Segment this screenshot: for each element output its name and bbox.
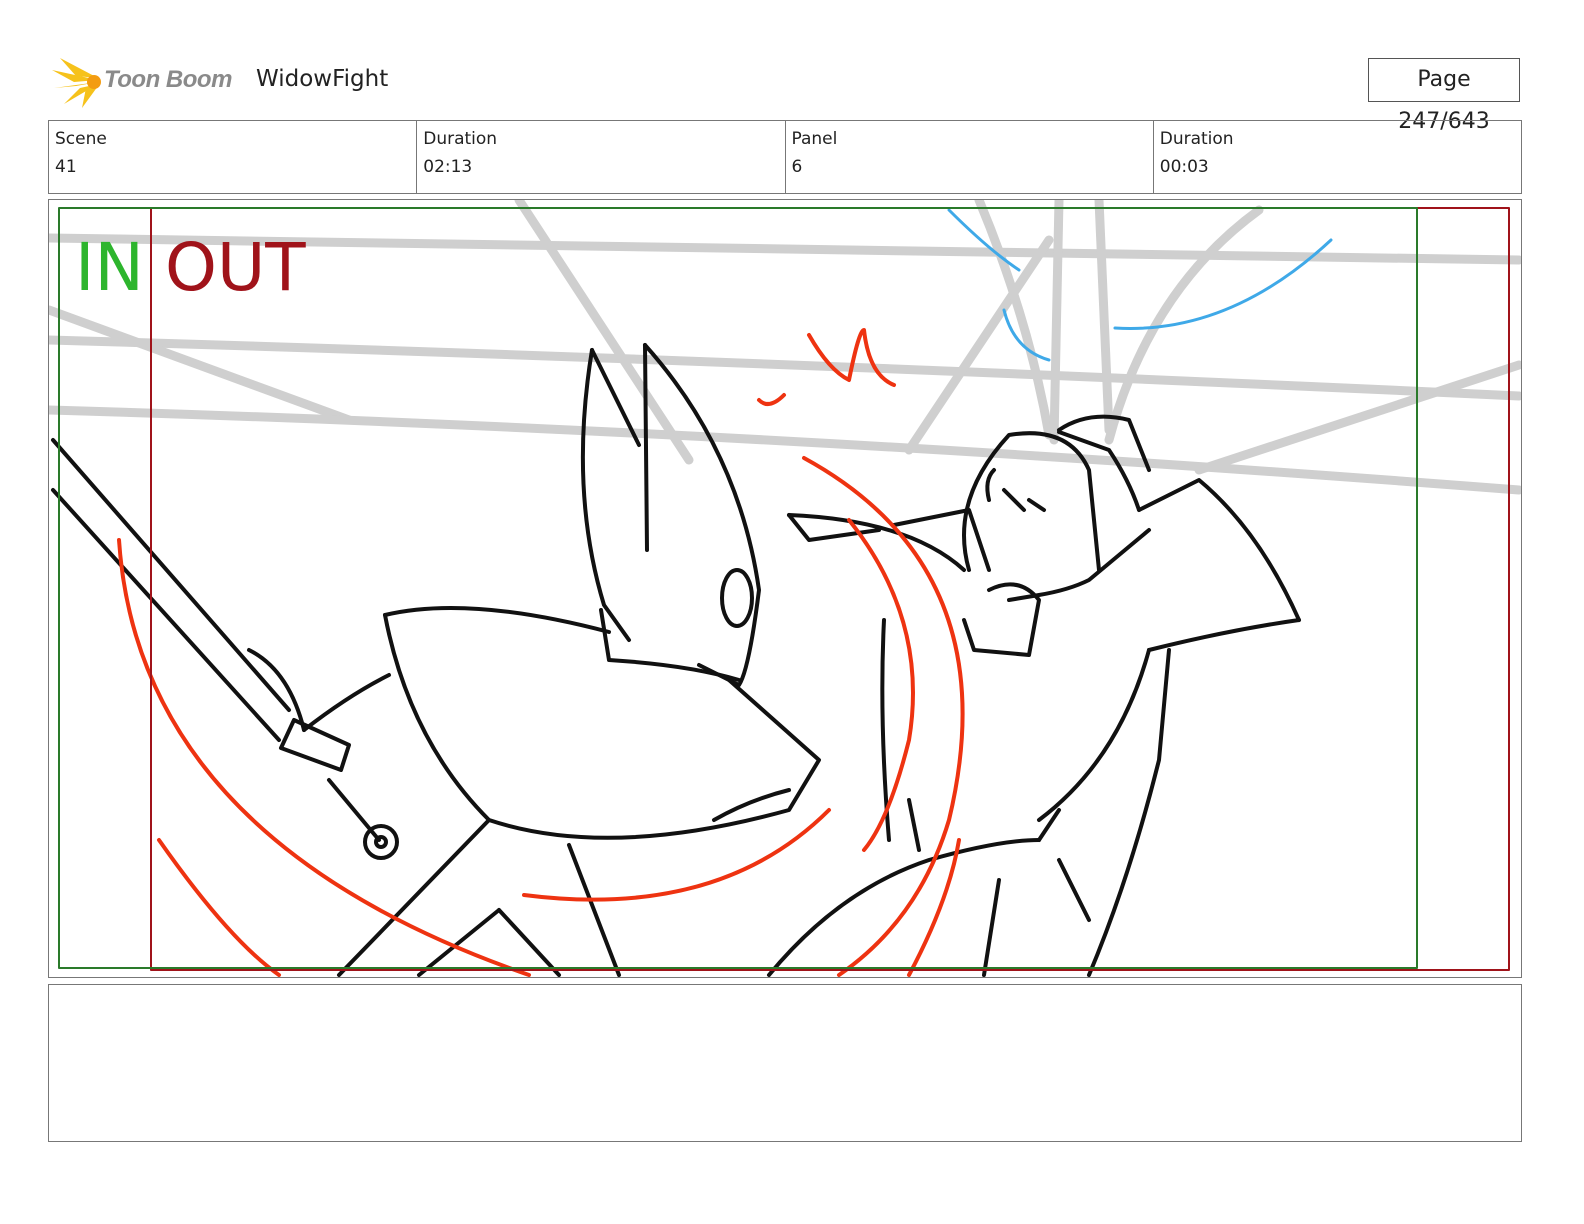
scene-duration-value: 02:13	[423, 157, 473, 177]
project-title: WidowFight	[256, 66, 389, 92]
starburst-icon	[52, 58, 101, 108]
storyboard-panel: IN OUT	[48, 199, 1522, 978]
scene-duration-cell: Duration 02:13	[417, 121, 786, 193]
logo-text: Toon Boom	[104, 66, 232, 93]
panel-cell: Panel 6	[786, 121, 1154, 193]
in-frame	[58, 207, 1418, 969]
panel-drawing	[49, 200, 1521, 977]
panel-duration-value: 00:03	[1159, 157, 1209, 177]
scene-info-table: Scene 41 Duration 02:13 Panel 6 Duration…	[48, 120, 1522, 194]
out-frame	[150, 207, 1510, 971]
panel-duration-label: Duration	[1159, 129, 1234, 149]
out-label: OUT	[165, 229, 306, 306]
page-indicator: Page 247/643	[1368, 58, 1520, 134]
panel-label: Panel	[791, 129, 838, 149]
scene-duration-label: Duration	[423, 129, 498, 149]
panel-value: 6	[791, 157, 803, 177]
scene-label: Scene	[55, 129, 107, 149]
in-label: IN	[75, 229, 144, 306]
scene-value: 41	[55, 157, 77, 177]
scene-cell: Scene 41	[49, 121, 418, 193]
panel-duration-cell: Duration 00:03	[1154, 121, 1521, 193]
panel-notes[interactable]	[48, 984, 1522, 1142]
toon-boom-logo: Toon Boom	[52, 54, 252, 110]
